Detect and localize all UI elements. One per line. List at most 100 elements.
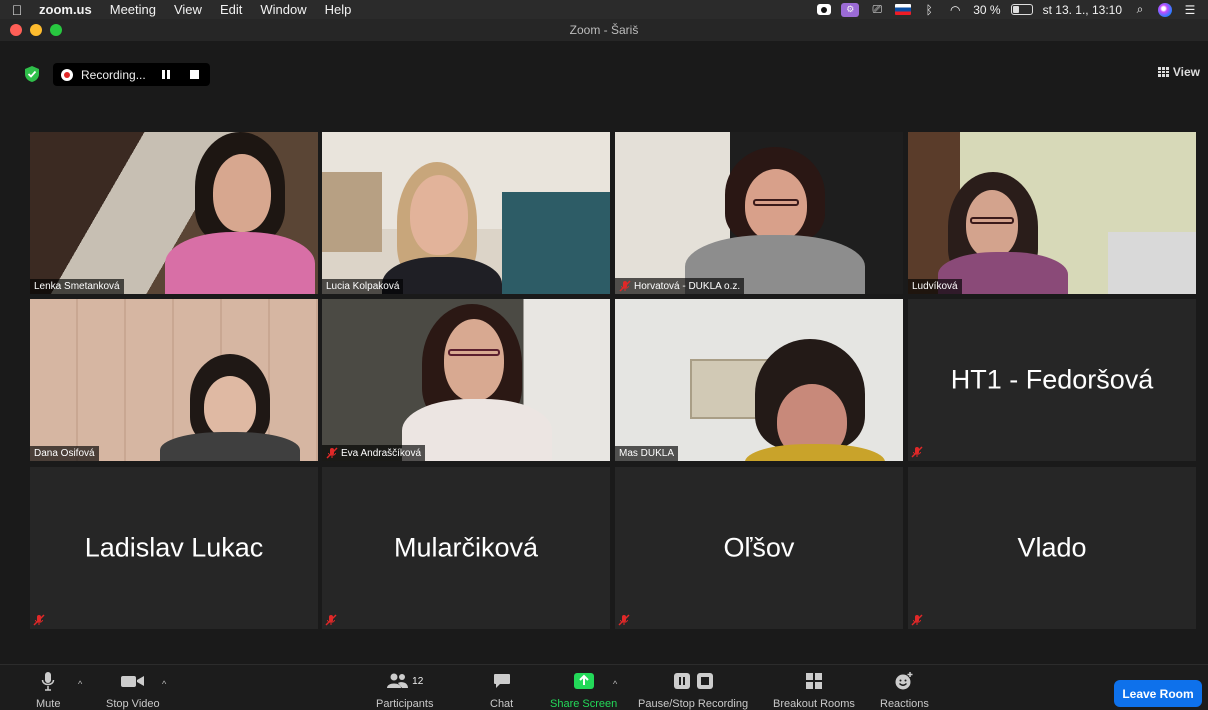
participant-tile-7[interactable]: Mas DUKLA	[615, 299, 903, 461]
apple-logo-icon[interactable]: 	[4, 2, 30, 18]
view-button-label: View	[1172, 65, 1200, 79]
stop-video-label: Stop Video	[106, 698, 160, 710]
video-feed	[615, 132, 903, 294]
zoom-window-button[interactable]	[50, 24, 62, 36]
recording-indicator: Recording...	[53, 63, 210, 86]
record-dot-icon	[61, 68, 73, 81]
stop-icon	[696, 673, 713, 689]
shield-icon[interactable]	[24, 65, 40, 83]
reactions-button[interactable]: Reactions	[880, 671, 929, 710]
participant-tile-11[interactable]: Oľšov	[615, 467, 903, 629]
pause-recording-icon[interactable]	[161, 70, 172, 79]
video-feed	[30, 299, 318, 461]
muted-microphone-icon	[619, 280, 631, 292]
grid-view-icon	[1157, 67, 1169, 77]
menu-edit[interactable]: Edit	[211, 2, 251, 17]
participant-name-display: Vlado	[1017, 532, 1087, 563]
participant-name: Mas DUKLA	[619, 448, 675, 459]
close-window-button[interactable]	[10, 24, 22, 36]
participant-count: 12	[412, 675, 424, 687]
menu-status-area: ⚙ ⎚ ᛒ ◠ 30 % st 13. 1., 13:10 ⌕ ☰	[817, 2, 1208, 17]
mute-button[interactable]: Mute	[36, 671, 60, 710]
microphone-icon	[41, 672, 55, 691]
chat-label: Chat	[490, 698, 514, 710]
participant-name-label: Dana Osifová	[30, 446, 99, 461]
participant-name-label: Lenka Smetanková	[30, 279, 124, 294]
menu-help[interactable]: Help	[316, 2, 361, 17]
pause-icon	[673, 673, 690, 689]
participant-name-label: Ludvíková	[908, 279, 962, 294]
notification-center-icon[interactable]: ☰	[1182, 3, 1198, 17]
participant-name: Horvatová - DUKLA o.z.	[634, 280, 741, 292]
participant-tile-9[interactable]: Ladislav Lukac	[30, 467, 318, 629]
share-options-chevron-icon[interactable]: ^	[613, 679, 617, 689]
screen-record-icon[interactable]	[817, 4, 832, 15]
participant-name-label: Lucia Kolpaková	[322, 279, 404, 294]
share-screen-label: Share Screen	[550, 698, 618, 710]
keyboard-layout-flag-icon[interactable]	[895, 4, 912, 15]
breakout-rooms-button[interactable]: Breakout Rooms	[773, 671, 855, 710]
battery-icon[interactable]	[1010, 4, 1033, 15]
participant-name-label: Horvatová - DUKLA o.z.	[615, 278, 745, 294]
video-feed	[908, 132, 1196, 294]
smiley-plus-icon	[895, 672, 913, 690]
participant-name-display: Oľšov	[723, 532, 795, 563]
participant-name: Lucia Kolpaková	[326, 281, 400, 292]
participant-tile-10[interactable]: Mularčiková	[322, 467, 610, 629]
menu-app-name[interactable]: zoom.us	[30, 2, 101, 17]
participant-tile-4[interactable]: Ludvíková	[908, 132, 1196, 294]
participant-tile-1[interactable]: Lenka Smetanková	[30, 132, 318, 294]
macos-menu-bar:  zoom.us Meeting View Edit Window Help …	[0, 0, 1208, 19]
participant-tile-8[interactable]: HT1 - Fedoršová	[908, 299, 1196, 461]
pause-stop-recording-button[interactable]: Pause/Stop Recording	[638, 671, 748, 710]
meeting-toolbar: Mute ^ Stop Video ^ 12 Participants Chat…	[0, 664, 1208, 710]
window-controls	[10, 24, 62, 36]
view-button[interactable]: View	[1157, 65, 1200, 79]
video-feed	[322, 299, 610, 461]
share-screen-button[interactable]: Share Screen	[550, 671, 617, 710]
muted-microphone-icon	[911, 614, 923, 626]
recording-label: Recording...	[81, 67, 146, 82]
stop-video-button[interactable]: Stop Video	[106, 671, 160, 710]
mute-label: Mute	[36, 698, 61, 710]
video-feed	[322, 132, 610, 294]
participant-tile-2[interactable]: Lucia Kolpaková	[322, 132, 610, 294]
participant-tile-6[interactable]: Eva Andraščíková	[322, 299, 610, 461]
window-title: Zoom - Šariš	[569, 23, 639, 37]
people-icon	[387, 673, 409, 688]
muted-microphone-icon	[326, 447, 338, 459]
participants-label: Participants	[376, 698, 434, 710]
video-options-chevron-icon[interactable]: ^	[162, 679, 166, 689]
participants-button[interactable]: 12 Participants	[376, 671, 433, 710]
chat-button[interactable]: Chat	[490, 671, 513, 710]
muted-microphone-icon	[911, 446, 923, 458]
stop-recording-icon[interactable]	[189, 70, 199, 79]
menu-view[interactable]: View	[165, 2, 211, 17]
participant-tile-5[interactable]: Dana Osifová	[30, 299, 318, 461]
video-feed	[30, 132, 318, 294]
participant-name: Ludvíková	[912, 281, 958, 292]
participant-name: Lenka Smetanková	[34, 281, 120, 292]
participant-tile-3[interactable]: Horvatová - DUKLA o.z.	[615, 132, 903, 294]
video-feed	[615, 299, 903, 461]
wifi-icon[interactable]: ◠	[947, 3, 963, 17]
leave-room-button[interactable]: Leave Room	[1114, 680, 1202, 707]
zoom-status-icon[interactable]: ⚙	[841, 2, 860, 17]
reactions-label: Reactions	[880, 698, 929, 710]
pause-stop-recording-label: Pause/Stop Recording	[638, 698, 749, 710]
menu-window[interactable]: Window	[251, 2, 315, 17]
menu-meeting[interactable]: Meeting	[101, 2, 165, 17]
menu-clock[interactable]: st 13. 1., 13:10	[1043, 3, 1122, 17]
chat-bubble-icon	[493, 674, 510, 688]
mute-options-chevron-icon[interactable]: ^	[78, 679, 82, 689]
airplay-icon[interactable]: ⎚	[869, 2, 885, 16]
battery-percent: 30 %	[973, 2, 1001, 17]
participant-tile-12[interactable]: Vlado	[908, 467, 1196, 629]
minimize-window-button[interactable]	[30, 24, 42, 36]
siri-icon[interactable]	[1158, 2, 1172, 17]
grid-icon	[805, 673, 822, 689]
video-camera-icon	[120, 676, 144, 687]
bluetooth-icon[interactable]: ᛒ	[921, 3, 937, 17]
spotlight-search-icon[interactable]: ⌕	[1132, 2, 1148, 16]
muted-microphone-icon	[33, 614, 45, 626]
